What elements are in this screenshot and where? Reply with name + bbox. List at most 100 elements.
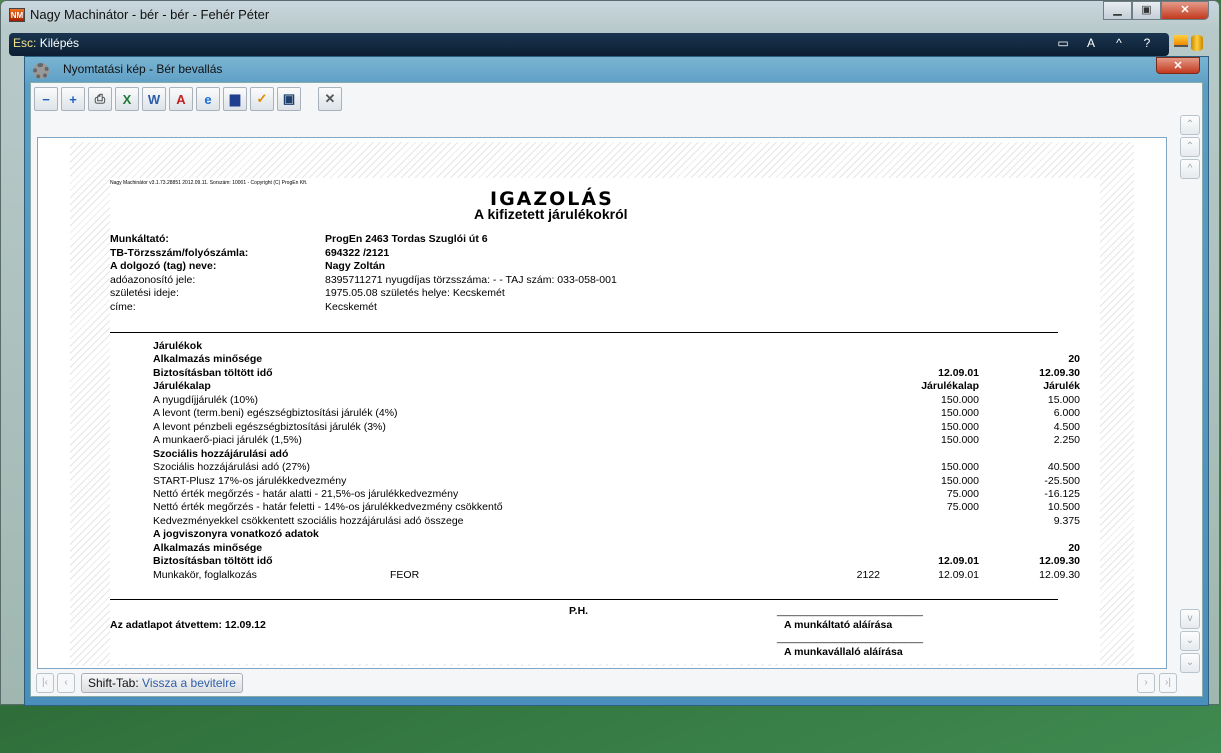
row-contribution-value: 6.000: [1053, 407, 1080, 420]
header-line: Nagy Machinátor v3.1.73.28851 2012.09.11…: [110, 180, 308, 186]
pdf-icon: A: [176, 91, 186, 107]
command-bar: Esc: Kilépés ▭ A ^ ?: [9, 33, 1169, 56]
main-window: NM Nagy Machinátor - bér - bér - Fehér P…: [0, 0, 1220, 706]
received-date: Az adatlapot átvettem: 12.09.12: [110, 619, 266, 631]
page-up-button[interactable]: ⌃: [1180, 137, 1200, 157]
row-base-value: 150.000: [941, 420, 979, 433]
row-base-value: 12.09.01: [938, 366, 979, 379]
column-header: Járulék: [1043, 380, 1080, 393]
row-label: A levont (term.beni) egészségbiztosítási…: [153, 407, 398, 420]
pdf-button[interactable]: A: [169, 87, 193, 111]
excel-button[interactable]: X: [115, 87, 139, 111]
row-label: Nettó érték megőrzés - határ feletti - 1…: [153, 501, 503, 514]
row-label: Biztosításban töltött idő: [153, 366, 273, 379]
page-down-button[interactable]: ⌄: [1180, 631, 1200, 651]
row-contribution-value: 12.09.30: [1039, 568, 1080, 581]
exit-key: Esc:: [13, 36, 37, 50]
document-page: Nagy Machinátor v3.1.73.28851 2012.09.11…: [110, 178, 1100, 664]
internet-explorer-button[interactable]: e: [196, 87, 220, 111]
row-base-value: 150.000: [941, 393, 979, 406]
ph-label: P.H.: [569, 605, 589, 617]
toolbar: − + ⎙ X W Ae ▆ ✓ ▣ ✕: [34, 87, 342, 111]
row-contribution-value: 20: [1068, 541, 1080, 554]
tools-button[interactable]: ✕: [318, 87, 342, 111]
row-label: Járulékok: [153, 340, 203, 352]
internet-explorer-icon: e: [204, 91, 212, 107]
field-label: A dolgozó (tag) neve:: [110, 260, 217, 273]
monitor-icon[interactable]: [1174, 35, 1188, 47]
row-contribution-value: 15.000: [1047, 393, 1080, 406]
employer-signature-label: A munkáltató aláírása: [784, 619, 893, 631]
help-icon[interactable]: ?: [1135, 36, 1159, 50]
print-preview-area: Nagy Machinátor v3.1.73.28851 2012.09.11…: [37, 137, 1167, 669]
child-close-button[interactable]: ✕: [1156, 57, 1200, 74]
exit-label: Kilépés: [39, 36, 80, 50]
collapse-icon[interactable]: ^: [1107, 36, 1131, 50]
row-contribution-value: 12.09.30: [1039, 555, 1080, 568]
prev-page-button[interactable]: ‹: [57, 673, 75, 693]
title-bar: NM Nagy Machinátor - bér - bér - Fehér P…: [1, 1, 1219, 31]
excel-icon: X: [122, 91, 132, 107]
field-value: 8395711271 nyugdíjas törzsszáma: - - TAJ…: [325, 273, 617, 286]
minimize-button[interactable]: ▁: [1103, 1, 1132, 20]
row-contribution-value: 2.250: [1053, 434, 1080, 447]
word-icon: W: [147, 91, 161, 107]
window-title: Nagy Machinátor - bér - bér - Fehér Péte…: [30, 7, 270, 22]
zoom-in-icon: +: [69, 91, 77, 107]
child-window-title: Nyomtatási kép - Bér bevallás: [63, 62, 223, 76]
last-page-button[interactable]: ›|: [1159, 673, 1177, 693]
archive-icon: ▣: [282, 91, 296, 106]
field-label: születési ideje:: [110, 287, 179, 300]
next-page-button[interactable]: ›: [1137, 673, 1155, 693]
row-base-value: 150.000: [941, 474, 979, 487]
exit-command[interactable]: Esc: Kilépés: [13, 36, 79, 50]
scroll-bottom-button[interactable]: ⌄: [1180, 653, 1200, 673]
close-button[interactable]: ✕: [1161, 1, 1209, 20]
field-value: 1975.05.08 születés helye: Kecskemét: [325, 287, 505, 300]
database-icon[interactable]: [1191, 35, 1203, 51]
row-contribution-value: 9.375: [1053, 514, 1080, 527]
back-label: Vissza a bevitelre: [142, 676, 236, 690]
maximize-button[interactable]: ▣: [1132, 1, 1161, 20]
zoom-out-icon: −: [42, 91, 50, 107]
font-icon[interactable]: A: [1079, 36, 1103, 50]
archive-button[interactable]: ▣: [277, 87, 301, 111]
print-icon: ⎙: [94, 91, 106, 106]
row-base-value: 75.000: [946, 501, 979, 514]
row-label: Szociális hozzájárulási adó (27%): [153, 461, 310, 474]
first-page-button[interactable]: |‹: [36, 673, 54, 693]
gear-icon: [33, 63, 49, 79]
scroll-up-button[interactable]: ^: [1180, 159, 1200, 179]
row-label: START-Plusz 17%-os járulékkedvezmény: [153, 474, 347, 487]
back-to-input-button[interactable]: Shift-Tab: Vissza a bevitelre: [81, 673, 243, 693]
monitor-button[interactable]: ▆: [223, 87, 247, 111]
column-header: Járulékalap: [921, 380, 979, 393]
scroll-top-button[interactable]: ⌃: [1180, 115, 1200, 135]
row-label: A munkaerő-piaci járulék (1,5%): [153, 434, 302, 447]
field-label: TB-Törzsszám/folyószámla:: [110, 246, 249, 259]
row-label: Alkalmazás minősége: [153, 541, 263, 554]
field-value: 694322 /2121: [325, 246, 390, 259]
row-label: Biztosításban töltött idő: [153, 555, 273, 568]
row-base-value: 75.000: [946, 487, 979, 500]
row-label: Kedvezményekkel csökkentett szociális ho…: [153, 514, 464, 527]
tools-icon: ✕: [324, 91, 336, 106]
word-button[interactable]: W: [142, 87, 166, 111]
divider: [110, 599, 1058, 600]
employer-signature-line: _________________________: [777, 605, 923, 617]
document-subtitle: A kifizetett járulékokról: [474, 206, 628, 222]
print-button[interactable]: ⎙: [88, 87, 112, 111]
row-label: A levont pénzbeli egészségbiztosítási já…: [153, 420, 386, 433]
zoom-in-button[interactable]: +: [61, 87, 85, 111]
window-mode-icon[interactable]: ▭: [1051, 36, 1075, 50]
row-contribution-value: 4.500: [1053, 420, 1080, 433]
row-contribution-value: -25.500: [1044, 474, 1080, 487]
zoom-out-button[interactable]: −: [34, 87, 58, 111]
row-base-value: 12.09.01: [938, 555, 979, 568]
scroll-down-button[interactable]: v: [1180, 609, 1200, 629]
outlook-button[interactable]: ✓: [250, 87, 274, 111]
page-border: Nagy Machinátor v3.1.73.28851 2012.09.11…: [70, 142, 1134, 666]
employee-signature-label: A munkavállaló aláírása: [784, 646, 903, 658]
row-base-value: 150.000: [941, 407, 979, 420]
field-value: Kecskemét: [325, 301, 377, 313]
